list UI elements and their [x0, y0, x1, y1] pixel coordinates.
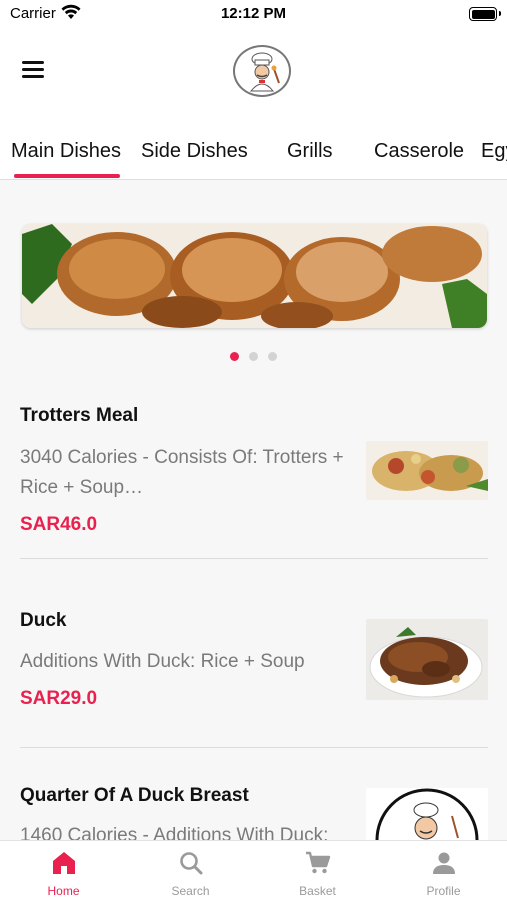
tab-grills[interactable]: Grills	[287, 140, 333, 163]
carousel-dot-3[interactable]	[268, 352, 277, 361]
nav-search[interactable]: Search	[127, 841, 254, 900]
nav-profile-label: Profile	[426, 884, 461, 898]
divider	[20, 558, 488, 559]
chef-logo	[233, 45, 291, 97]
tab-egy[interactable]: Egy	[481, 140, 507, 163]
carousel-dot-2[interactable]	[249, 352, 258, 361]
active-tab-indicator	[14, 174, 120, 178]
item-image	[366, 441, 488, 500]
carousel-dot-1[interactable]	[230, 352, 239, 361]
divider	[20, 747, 488, 748]
item-description: 1460 Calories - Additions With Duck:	[20, 825, 329, 840]
search-icon	[179, 852, 202, 875]
tab-casserole[interactable]: Casserole	[374, 140, 464, 163]
item-image	[366, 619, 488, 700]
promo-banner[interactable]	[22, 224, 487, 328]
clock: 12:12 PM	[220, 5, 287, 22]
tab-side-dishes[interactable]: Side Dishes	[141, 140, 248, 163]
carousel-dots	[0, 352, 507, 361]
status-bar: Carrier 12:12 PM	[0, 0, 507, 28]
nav-search-label: Search	[171, 884, 210, 898]
nav-basket-label: Basket	[299, 884, 336, 898]
item-image	[366, 788, 488, 840]
nav-profile[interactable]: Profile	[380, 841, 507, 900]
nav-home[interactable]: Home	[0, 841, 127, 900]
item-price: SAR46.0	[20, 514, 98, 535]
item-description: 3040 Calories - Consists Of: Trotters + …	[20, 447, 344, 498]
menu-item[interactable]: Quarter Of A Duck Breast 1460 Calories -…	[20, 785, 488, 840]
hamburger-menu-icon[interactable]	[22, 61, 48, 81]
profile-icon	[432, 852, 455, 874]
item-price: SAR29.0	[20, 688, 98, 709]
category-tabs: Main Dishes Side Dishes Grills Casserole…	[0, 120, 507, 180]
menu-item[interactable]: Trotters Meal 3040 Calories - Consists O…	[20, 405, 488, 545]
item-name: Trotters Meal	[20, 405, 139, 426]
nav-home-label: Home	[47, 884, 80, 898]
app-header	[0, 28, 507, 120]
bottom-navigation: Home Search Basket Profile	[0, 840, 507, 900]
tab-main-dishes[interactable]: Main Dishes	[11, 140, 121, 163]
item-description: Additions With Duck: Rice + Soup	[20, 651, 305, 672]
nav-basket[interactable]: Basket	[254, 841, 381, 900]
cart-icon	[305, 851, 330, 874]
menu-item[interactable]: Duck Additions With Duck: Rice + Soup SA…	[20, 610, 488, 720]
home-icon	[52, 852, 75, 874]
battery-icon	[469, 7, 501, 21]
